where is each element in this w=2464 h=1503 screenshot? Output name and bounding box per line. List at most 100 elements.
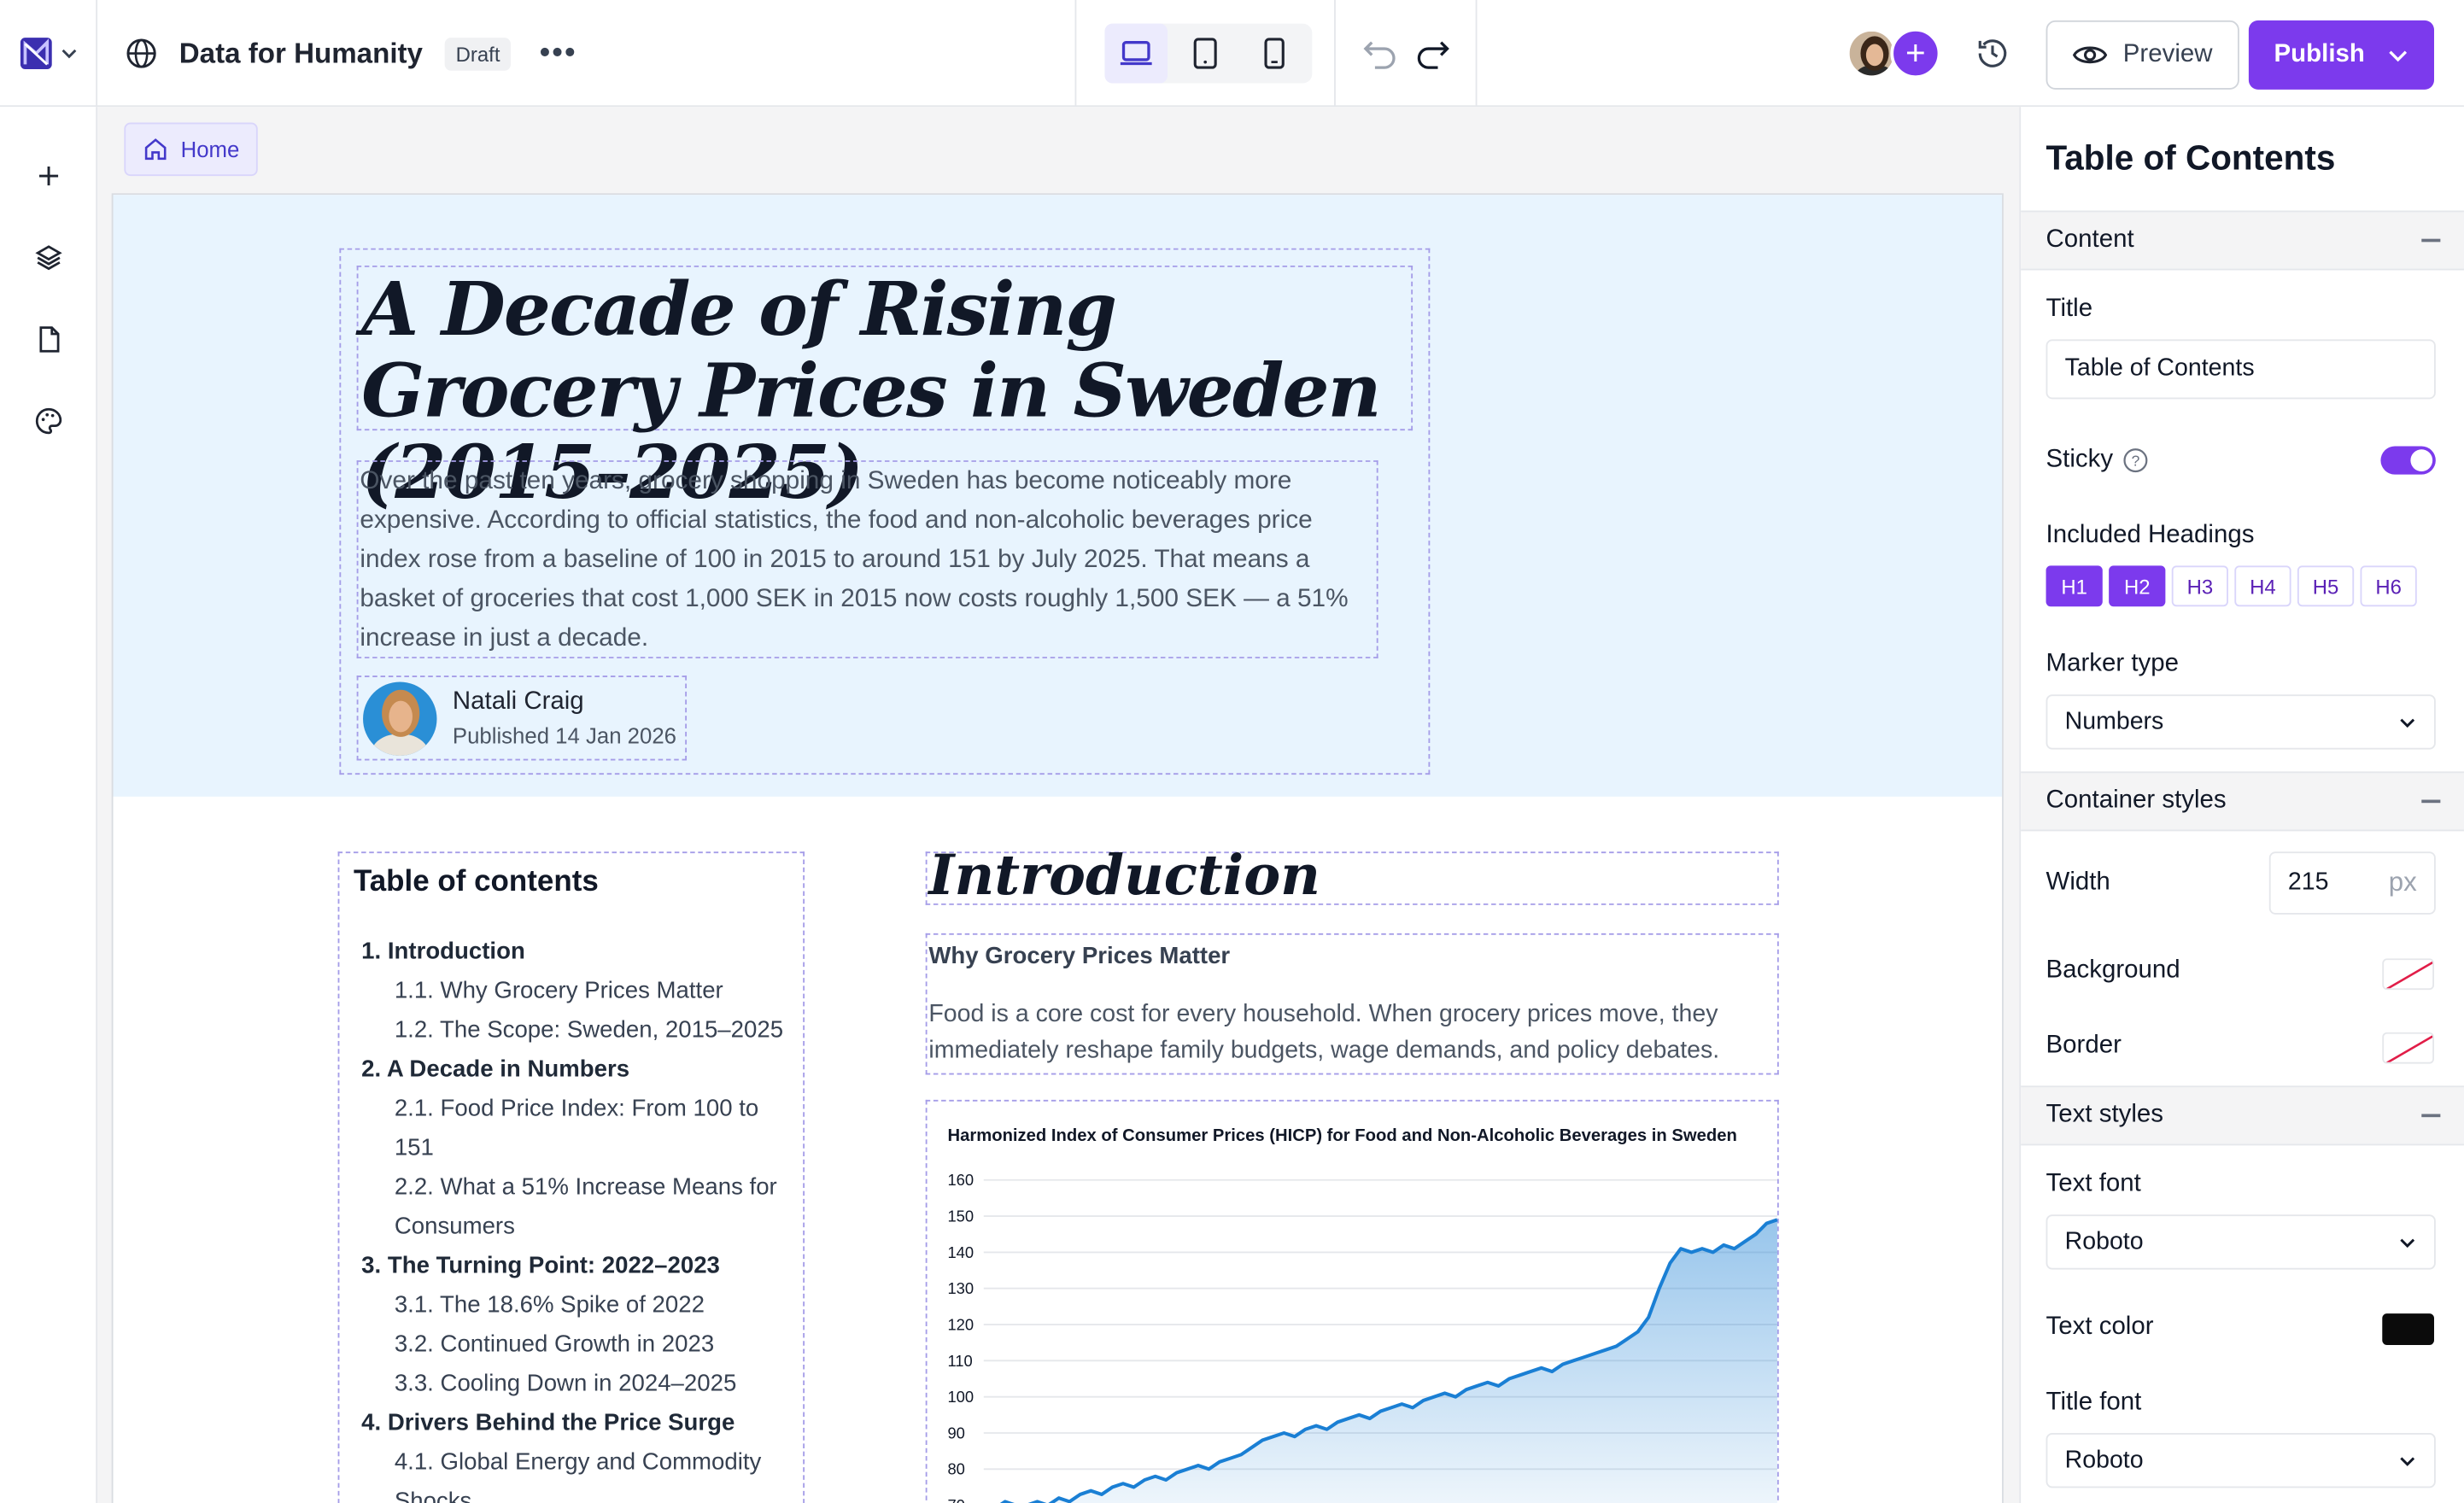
background-label: Background [2046, 956, 2180, 984]
container-styles-label: Container styles [2046, 787, 2227, 815]
add-element-button[interactable] [33, 161, 65, 192]
site-selector: Data for Humanity Draft ••• [126, 0, 576, 107]
toc-title-input[interactable]: Table of Contents [2046, 339, 2436, 400]
toc-item-level1[interactable]: 4. Drivers Behind the Price Surge [354, 1403, 789, 1442]
tablet-icon [1193, 38, 1217, 69]
help-icon[interactable]: ? [2122, 447, 2147, 473]
author-avatar [363, 681, 437, 756]
mobile-view-button[interactable] [1243, 24, 1306, 84]
collaborator-avatar[interactable] [1846, 28, 1897, 79]
chevron-down-icon [61, 49, 76, 59]
sticky-label-text: Sticky [2046, 446, 2114, 473]
hero-title-block[interactable]: A Decade of Rising Grocery Prices in Swe… [356, 265, 1413, 515]
y-tick-label: 160 [947, 1171, 974, 1189]
heading-chip-h3[interactable]: H3 [2171, 565, 2228, 607]
chevron-down-icon [2400, 717, 2415, 728]
content-section-label: Content [2046, 225, 2134, 254]
article-description: Over the past ten years, grocery shoppin… [360, 466, 1349, 652]
theme-button[interactable] [33, 406, 65, 437]
introduction-heading-block[interactable]: Introduction [925, 844, 1779, 909]
text-font-label: Text font [2046, 1170, 2141, 1198]
history-icon[interactable] [1974, 34, 2011, 72]
text-color-label: Text color [2046, 1313, 2154, 1341]
undo-redo-group [1336, 0, 1478, 108]
breadcrumb[interactable]: Home [124, 122, 259, 177]
heading-chip-h4[interactable]: H4 [2234, 565, 2291, 607]
properties-panel: Table of Contents Content Title Table of… [2019, 107, 2464, 1503]
background-color-swatch[interactable] [2382, 958, 2435, 991]
app-logo-menu[interactable] [0, 0, 98, 108]
introduction-heading: Introduction [928, 844, 1321, 909]
chart-block[interactable]: Harmonized Index of Consumer Prices (HIC… [925, 1099, 1779, 1503]
toc-item-level2[interactable]: 1.1. Why Grocery Prices Matter [354, 971, 789, 1010]
y-tick-label: 130 [947, 1279, 974, 1297]
heading-chip-h1[interactable]: H1 [2046, 565, 2103, 607]
table-of-contents-block[interactable]: Table of contents 1. Introduction 1.1. Wh… [337, 851, 805, 1503]
text-font-select[interactable]: Roboto [2046, 1214, 2436, 1270]
collapse-icon[interactable] [2421, 239, 2441, 242]
left-toolbar [0, 107, 98, 1503]
why-grocery-block[interactable]: Why Grocery Prices Matter Food is a core… [925, 933, 1779, 1075]
status-badge: Draft [444, 37, 512, 70]
laptop-icon [1120, 41, 1152, 66]
collaborators: + [1846, 28, 1944, 79]
marker-type-value: Numbers [2064, 707, 2164, 735]
hero-section[interactable]: A Decade of Rising Grocery Prices in Swe… [113, 195, 2003, 797]
author-block[interactable]: Natali Craig Published 14 Jan 2026 [356, 675, 688, 761]
logo-icon [19, 38, 51, 69]
eye-icon [2073, 46, 2108, 64]
site-title[interactable]: Data for Humanity [179, 37, 423, 70]
collapse-icon[interactable] [2421, 799, 2441, 803]
toc-item-level2[interactable]: 4.1. Global Energy and Commodity Shocks [354, 1442, 789, 1503]
text-styles-header[interactable]: Text styles [2021, 1085, 2464, 1146]
layers-button[interactable] [33, 242, 65, 273]
content-section-header[interactable]: Content [2021, 210, 2464, 271]
y-tick-label: 120 [947, 1315, 974, 1333]
more-options-icon[interactable]: ••• [539, 35, 576, 71]
globe-icon [126, 38, 156, 68]
phone-icon [1264, 38, 1285, 69]
toc-item-level2[interactable]: 1.2. The Scope: Sweden, 2015–2025 [354, 1010, 789, 1050]
hero-container[interactable]: A Decade of Rising Grocery Prices in Swe… [339, 248, 1431, 775]
border-color-swatch[interactable] [2382, 1032, 2435, 1064]
no-color-icon [2385, 961, 2433, 989]
page-preview: A Decade of Rising Grocery Prices in Swe… [111, 193, 2004, 1503]
text-styles-label: Text styles [2046, 1101, 2163, 1129]
undo-icon[interactable] [1361, 38, 1396, 69]
y-tick-label: 110 [947, 1352, 972, 1370]
toc-item-level1[interactable]: 3. The Turning Point: 2022–2023 [354, 1246, 789, 1285]
marker-type-select[interactable]: Numbers [2046, 694, 2436, 750]
width-input[interactable]: 215 px [2268, 851, 2436, 915]
layers-icon [35, 245, 62, 271]
toc-item-level2[interactable]: 3.2. Continued Growth in 2023 [354, 1325, 789, 1364]
heading-chip-h6[interactable]: H6 [2360, 565, 2417, 607]
heading-chip-h2[interactable]: H2 [2109, 565, 2166, 607]
y-tick-label: 80 [947, 1460, 964, 1478]
svg-text:?: ? [2131, 453, 2139, 470]
breadcrumb-label: Home [180, 137, 240, 162]
publish-button[interactable]: Publish [2248, 20, 2435, 90]
sticky-label: Sticky ? [2046, 447, 2148, 475]
sticky-toggle[interactable] [2380, 446, 2436, 475]
toc-item-level2[interactable]: 2.1. Food Price Index: From 100 to 151 [354, 1089, 789, 1167]
toc-item-level2[interactable]: 2.2. What a 51% Increase Means for Consu… [354, 1167, 789, 1246]
hero-description-block[interactable]: Over the past ten years, grocery shoppin… [356, 460, 1378, 658]
preview-button[interactable]: Preview [2046, 20, 2239, 90]
y-tick-label: 100 [947, 1388, 974, 1406]
chevron-down-icon [2389, 50, 2407, 62]
redo-icon[interactable] [1415, 38, 1449, 69]
toc-item-level1[interactable]: 2. A Decade in Numbers [354, 1050, 789, 1089]
toc-item-level2[interactable]: 3.3. Cooling Down in 2024–2025 [354, 1364, 789, 1403]
container-styles-header[interactable]: Container styles [2021, 771, 2464, 832]
collapse-icon[interactable] [2421, 1114, 2441, 1117]
desktop-view-button[interactable] [1104, 23, 1168, 84]
toc-item-level1[interactable]: 1. Introduction [354, 932, 789, 971]
pages-button[interactable] [33, 324, 65, 355]
tablet-view-button[interactable] [1173, 24, 1237, 84]
panel-title: Table of Contents [2046, 137, 2336, 178]
toc-item-level2[interactable]: 3.1. The 18.6% Spike of 2022 [354, 1285, 789, 1325]
title-font-select[interactable]: Roboto [2046, 1432, 2436, 1488]
text-color-swatch[interactable] [2382, 1313, 2435, 1345]
add-collaborator-button[interactable]: + [1890, 28, 1941, 79]
heading-chip-h5[interactable]: H5 [2297, 565, 2355, 607]
